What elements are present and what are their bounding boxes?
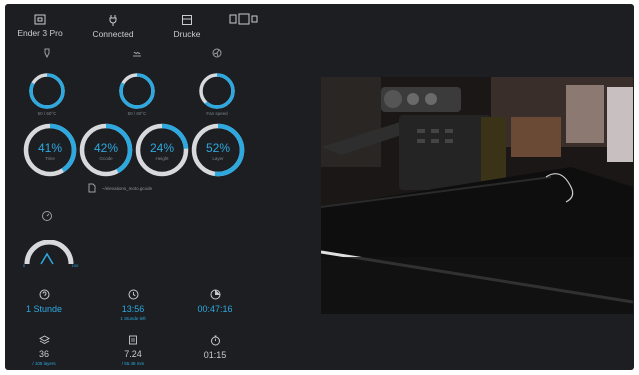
progress-gauge-layer: 52% Layer [189, 121, 247, 179]
layers-icon [38, 335, 50, 345]
speed-max: 100 [72, 263, 79, 268]
height-icon [129, 335, 137, 345]
printer-name: Ender 3 Pro [17, 28, 63, 38]
connection-label: Connected [92, 29, 134, 39]
temp-gauge-nozzle: 50 / 60°C [26, 70, 68, 116]
dashboard-screen: Ender 3 Pro Connected Drucke 50 / 60°C 5… [5, 4, 634, 370]
bed-icon [133, 51, 141, 57]
prints-label: Drucke [173, 29, 201, 39]
progress-label: Layer [212, 156, 224, 161]
nozzle-icon [44, 48, 50, 58]
stat-value: 7.24 [124, 349, 142, 359]
progress-label: Height [155, 156, 169, 161]
progress-value: 24% [150, 141, 174, 155]
printer-icon [34, 14, 46, 25]
stat-value: 13:56 [121, 304, 145, 314]
speed-icon [42, 211, 52, 221]
stat-sub: 1 Stunde left [120, 316, 146, 321]
webcam-feed[interactable] [321, 77, 633, 314]
webcam-image [321, 77, 633, 314]
stat-elapsed: 00:47:16 [180, 289, 250, 314]
file-icon [88, 183, 96, 193]
prints-button[interactable]: Drucke [152, 14, 222, 39]
file-name: ~/elevations_moto.gcode [102, 185, 153, 191]
plug-icon [109, 15, 117, 26]
stat-layers: 36 / 105 layers [9, 335, 79, 366]
progress-gauge-time: 41% Time [21, 121, 79, 179]
stat-estimated-time: 1 Stunde [9, 289, 79, 314]
prints-icon [182, 15, 192, 25]
webcam-icon [229, 13, 258, 25]
stat-value: 36 [38, 349, 49, 359]
stat-value: 01:15 [203, 350, 227, 360]
stat-sub: / 55.48 mm [121, 361, 145, 366]
progress-gauge-gcode: 42% Gcode [77, 121, 135, 179]
file-info: ~/elevations_moto.gcode [87, 183, 152, 193]
fan-icon [212, 48, 222, 58]
stat-height: 7.24 / 55.48 mm [98, 335, 168, 366]
stat-value: 00:47:16 [197, 304, 233, 314]
progress-label: Time [45, 156, 55, 161]
progress-value: 41% [38, 141, 62, 155]
stat-eta: 13:56 1 Stunde left [98, 289, 168, 321]
connection-status[interactable]: Connected [78, 14, 148, 39]
stat-sub: / 105 layers [32, 361, 56, 366]
stat-timer: 01:15 [180, 335, 250, 360]
help-icon [39, 289, 49, 300]
stat-value: 1 Stunde [25, 304, 63, 314]
timer-icon [210, 335, 220, 346]
progress-value: 52% [206, 141, 230, 155]
temp-gauge-bed: 50 / 60°C [116, 70, 158, 116]
fan-gauge: Fan speed [196, 70, 238, 116]
elapsed-icon [210, 289, 220, 300]
printer-selector[interactable]: Ender 3 Pro [5, 14, 75, 38]
speed-gauge: 0 100 [19, 239, 79, 268]
progress-value: 42% [94, 141, 118, 155]
webcam-toggle[interactable] [229, 13, 259, 31]
clock-icon [128, 289, 138, 300]
progress-gauge-height: 24% Height [133, 121, 191, 179]
progress-label: Gcode [99, 156, 113, 161]
